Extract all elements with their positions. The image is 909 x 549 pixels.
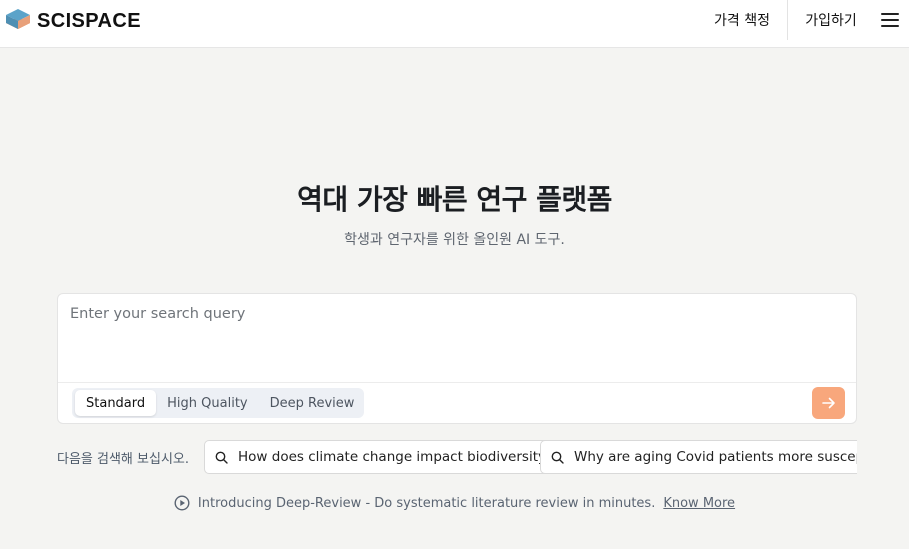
search-icon	[215, 451, 228, 464]
mode-deep-review-button[interactable]: Deep Review	[259, 390, 366, 416]
nav-divider	[787, 0, 788, 40]
hamburger-menu-icon[interactable]	[880, 11, 900, 29]
search-input[interactable]	[58, 294, 856, 382]
hero-title: 역대 가장 빠른 연구 플랫폼	[297, 183, 612, 216]
know-more-link[interactable]: Know More	[663, 496, 735, 511]
scispace-logo-icon	[6, 9, 30, 29]
scispace-logo[interactable]: SCISPACE	[6, 7, 141, 35]
search-mode-selector: Standard High Quality Deep Review	[72, 388, 364, 418]
search-icon	[551, 451, 564, 464]
search-footer: Standard High Quality Deep Review	[58, 382, 856, 423]
mode-standard-button[interactable]: Standard	[75, 390, 157, 416]
nav-pricing-link[interactable]: 가격 책정	[697, 0, 787, 40]
suggestions-label: 다음을 검색해 보십시오.	[57, 452, 189, 467]
logo-text: SCISPACE	[37, 9, 141, 32]
hero-subtitle: 학생과 연구자를 위한 올인원 AI 도구.	[344, 232, 565, 248]
suggestion-chip-1[interactable]: How does climate change impact biodivers…	[204, 440, 565, 474]
promo-banner: Introducing Deep-Review - Do systematic …	[0, 493, 909, 513]
promo-text: Introducing Deep-Review - Do systematic …	[197, 495, 656, 511]
suggestion-chips: How does climate change impact biodivers…	[204, 440, 857, 474]
signup-button[interactable]: 가입하기	[790, 0, 872, 40]
mode-high-quality-button[interactable]: High Quality	[156, 390, 258, 416]
suggestion-chip-2[interactable]: Why are aging Covid patients more suscep…	[540, 440, 857, 474]
suggestion-chip-text: Why are aging Covid patients more suscep…	[574, 449, 857, 465]
search-submit-button[interactable]	[812, 387, 845, 419]
suggestion-chip-text: How does climate change impact biodivers…	[238, 449, 554, 465]
top-header: SCISPACE 가격 책정 가입하기	[0, 0, 909, 48]
play-circle-icon	[174, 495, 190, 511]
arrow-right-icon	[821, 397, 835, 409]
search-box: Standard High Quality Deep Review	[57, 293, 857, 424]
